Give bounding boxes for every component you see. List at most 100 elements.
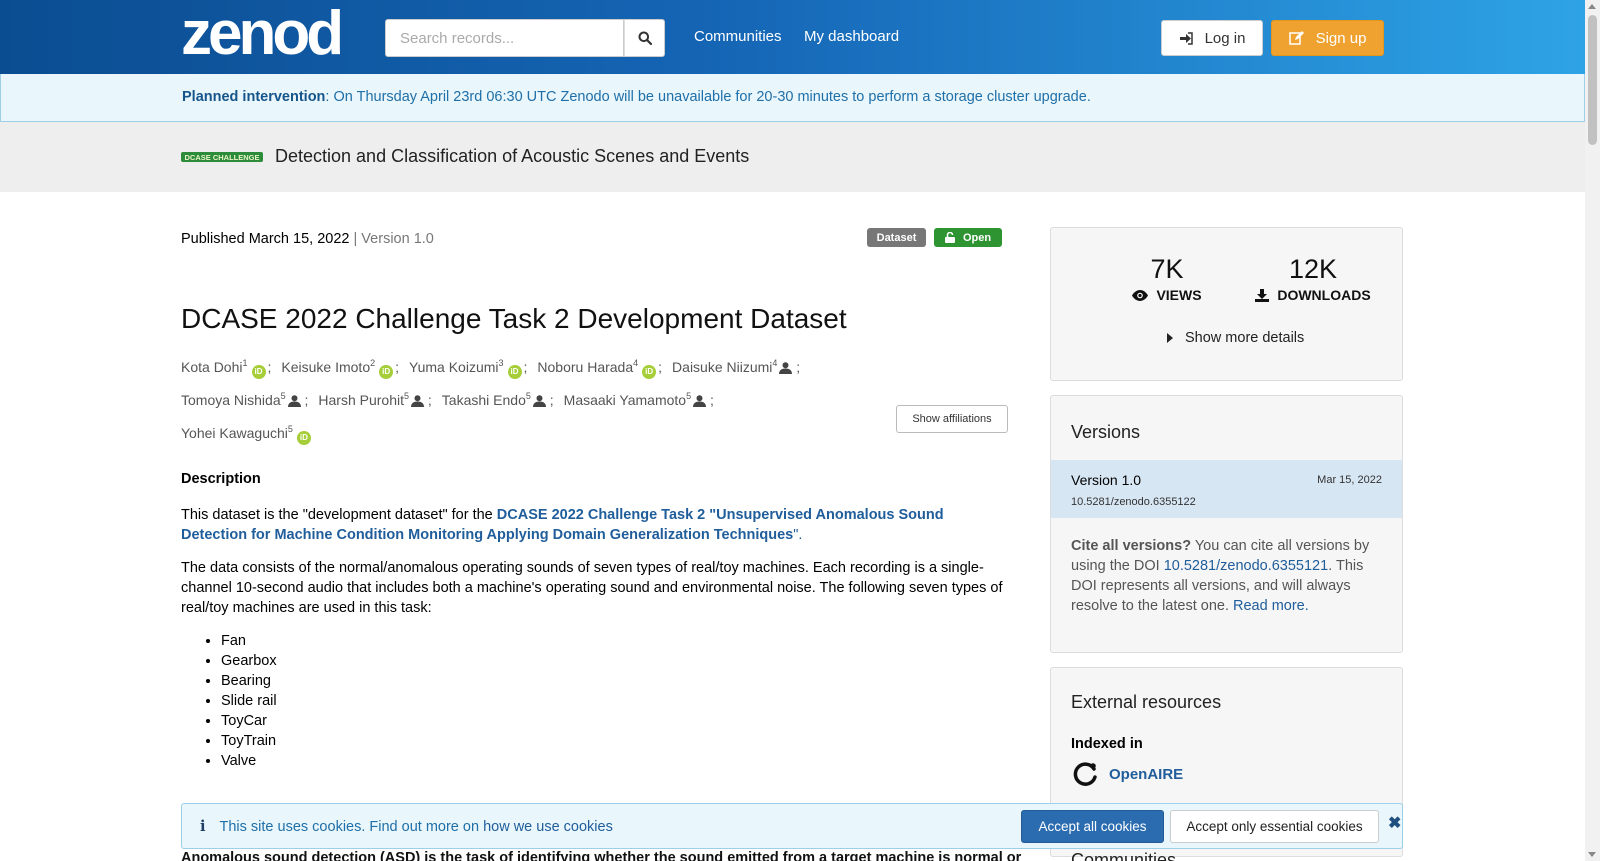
affiliation-number: 5 [525,391,531,401]
stats-panel: 7K VIEWS 12K DOWNLOADS Show more details [1050,227,1403,381]
openaire-link[interactable]: OpenAIRE [1071,760,1183,788]
versions-heading: Versions [1071,422,1141,442]
signup-label: Sign up [1315,29,1367,47]
person-icon [693,389,707,416]
community-title[interactable]: Detection and Classification of Acoustic… [275,146,749,167]
person-icon [532,389,546,416]
community-header: DCASE CHALLENGE Detection and Classifica… [0,122,1585,192]
external-resources-heading: External resources [1071,692,1222,712]
orcid-icon[interactable]: iD [507,365,522,379]
author-item: Noboru Harada4iD; [537,358,672,379]
machine-list-item: Valve [221,751,277,771]
affiliation-number: 3 [498,358,504,368]
cookie-message: i This site uses cookies. Find out more … [200,818,613,835]
read-more-link[interactable]: Read more. [1233,598,1309,614]
communities-heading: Communities [1071,850,1177,861]
resource-type-badge: Dataset [867,228,926,247]
search-input[interactable] [385,19,625,57]
downloads-label-text: DOWNLOADS [1277,287,1371,303]
accept-essential-cookies-button[interactable]: Accept only essential cookies [1170,810,1379,843]
scroll-up-arrow[interactable] [1588,4,1596,9]
orcid-icon[interactable]: iD [379,365,394,379]
dcase-community-logo[interactable]: DCASE CHALLENGE [181,152,263,162]
search-icon [638,31,652,45]
orcid-icon[interactable]: iD [642,365,657,379]
person-icon [411,389,425,416]
author-item: Yohei Kawaguchi5iD [181,424,313,445]
version-item[interactable]: Version 1.0 Mar 15, 2022 10.5281/zenodo.… [1051,460,1402,518]
version-text: | Version 1.0 [353,231,434,247]
sign-in-icon [1179,31,1193,45]
versions-panel: Versions Version 1.0 Mar 15, 2022 10.528… [1050,395,1403,653]
views-label: VIEWS [1111,287,1223,303]
signup-button[interactable]: Sign up [1271,20,1384,56]
author-separator: ; [545,392,554,408]
machine-list-item: Gearbox [221,651,277,671]
top-header: zenodo Communities My dashboard Log in S… [0,0,1585,74]
author-list: Kota Dohi1iD; Keisuke Imoto2iD; Yuma Koizu… [181,350,1011,447]
cookie-text-wrap: This site uses cookies. Find out more on… [220,819,613,835]
search-box [385,19,665,57]
author-name[interactable]: Daisuke Niizumi [672,359,772,375]
concept-doi-link[interactable]: 10.5281/zenodo.6355121 [1164,558,1329,574]
author-name[interactable]: Harsh Purohit [318,392,404,408]
zenodo-logo[interactable]: zenodo [181,6,341,62]
cookie-policy-link[interactable]: how we use cookies [483,819,613,835]
access-label: Open [962,231,992,244]
author-name[interactable]: Tomoya Nishida [181,392,281,408]
caret-right-icon [1167,333,1173,343]
views-stat: 7K VIEWS [1111,254,1223,303]
eye-icon [1132,289,1149,301]
author-separator: ; [706,392,714,408]
show-affiliations-button[interactable]: Show affiliations [896,405,1008,433]
affiliation-number: 4 [772,358,778,368]
page-scrollbar[interactable] [1585,0,1600,861]
affiliation-number: 5 [280,391,286,401]
author-item: Takashi Endo5 ; [442,391,564,408]
machine-list-item: ToyTrain [221,731,277,751]
author-separator: ; [267,359,272,375]
author-name[interactable]: Yuma Koizumi [409,359,498,375]
author-name[interactable]: Yohei Kawaguchi [181,425,288,441]
accept-all-cookies-button[interactable]: Accept all cookies [1021,810,1164,843]
show-more-label: Show more details [1185,330,1305,346]
search-button[interactable] [624,19,665,57]
machine-type-list: FanGearboxBearingSlide railToyCarToyTrai… [221,631,277,771]
author-separator: ; [658,359,663,375]
nav-my-dashboard[interactable]: My dashboard [804,28,899,45]
svg-text:zenodo: zenodo [181,6,341,62]
orcid-icon[interactable]: iD [251,365,266,379]
author-name[interactable]: Kota Dohi [181,359,242,375]
notice-bold: Planned intervention [182,89,326,105]
desc-p1-pre: This dataset is the "development dataset… [181,507,497,523]
orcid-icon[interactable]: iD [296,431,311,445]
login-button[interactable]: Log in [1161,20,1263,56]
cookie-text: This site uses cookies. Find out more on [219,818,484,835]
author-separator: ; [792,359,801,375]
svg-text:DCASE CHALLENGE: DCASE CHALLENGE [184,153,259,162]
machine-list-item: Slide rail [221,691,277,711]
machine-list-item: Bearing [221,671,277,691]
show-more-details-toggle[interactable]: Show more details [1167,330,1304,346]
affiliation-number: 5 [287,424,293,434]
author-name[interactable]: Takashi Endo [442,392,526,408]
record-title: DCASE 2022 Challenge Task 2 Development … [181,303,847,334]
version-label[interactable]: Version 1.0 [1071,472,1141,488]
close-icon[interactable]: ✖ [1388,813,1401,833]
scroll-down-arrow[interactable] [1588,852,1596,857]
published-text: Published March 15, 2022 [181,231,350,247]
downloads-count: 12K [1288,254,1338,284]
author-name[interactable]: Keisuke Imoto [281,359,370,375]
download-icon [1255,288,1270,302]
nav-communities[interactable]: Communities [694,28,782,45]
notice-text: Planned intervention: On Thursday April … [182,89,1091,105]
author-name[interactable]: Noboru Harada [537,359,633,375]
author-name[interactable]: Masaaki Yamamoto [564,392,686,408]
description-heading: Description [181,471,261,487]
affiliation-number: 5 [686,391,692,401]
scrollbar-thumb[interactable] [1588,15,1597,145]
affiliation-number: 4 [633,358,639,368]
openaire-label[interactable]: OpenAIRE [1109,766,1183,783]
author-separator: ; [300,392,309,408]
description-paragraph-1: This dataset is the "development dataset… [181,505,1011,545]
